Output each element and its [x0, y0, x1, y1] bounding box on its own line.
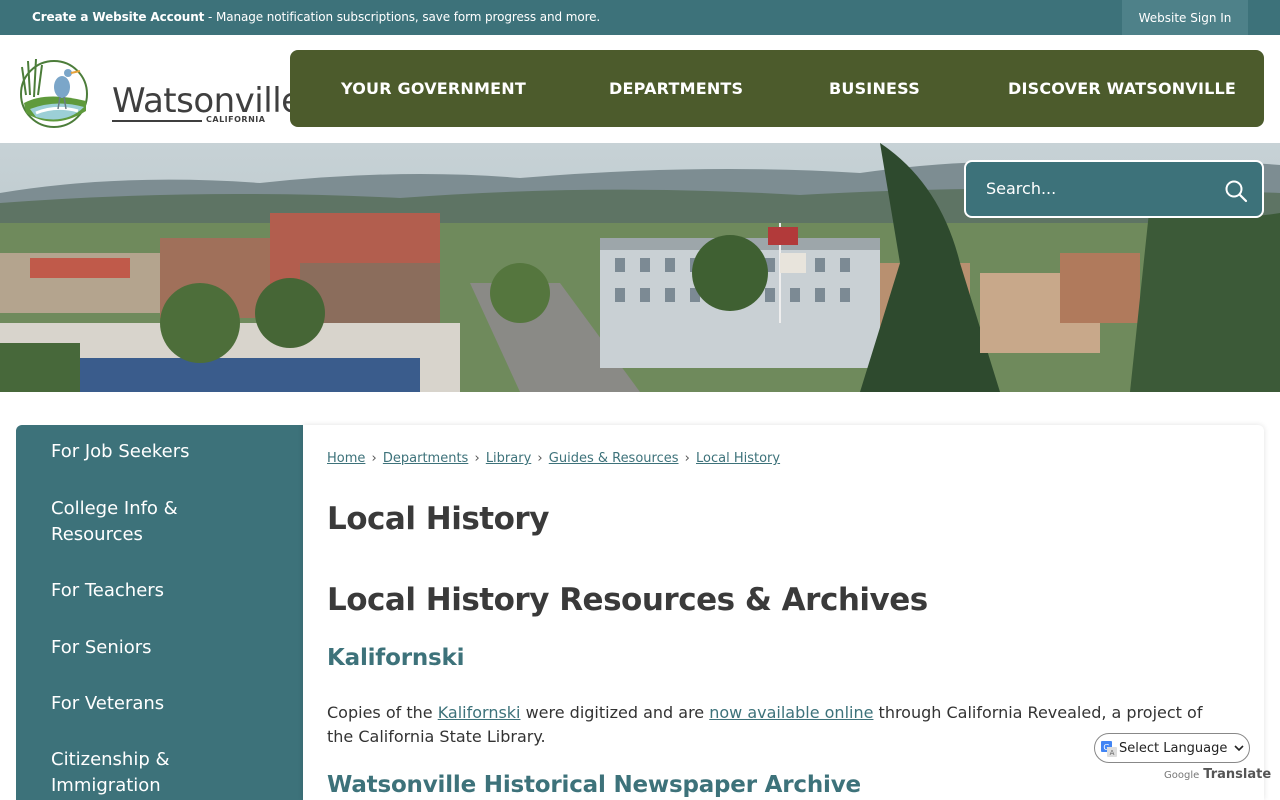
- sidebar-item-citizenship[interactable]: Citizenship & Immigration: [51, 747, 251, 799]
- breadcrumb: Home › Departments › Library › Guides & …: [327, 451, 780, 466]
- site-search-box: [964, 160, 1264, 218]
- page-title: Local History: [327, 501, 549, 537]
- breadcrumb-separator: ›: [474, 451, 480, 466]
- newspaper-archive-heading: Watsonville Historical Newspaper Archive: [327, 772, 861, 798]
- svg-text:A: A: [1110, 749, 1115, 757]
- breadcrumb-separator: ›: [684, 451, 690, 466]
- create-account-message[interactable]: Create a Website Account - Manage notifi…: [32, 10, 600, 24]
- para-text: Copies of the: [327, 703, 438, 722]
- website-sign-in-button[interactable]: Website Sign In: [1122, 0, 1248, 35]
- kalifornski-link[interactable]: Kalifornski: [438, 703, 521, 722]
- select-language-dropdown[interactable]: G A Select Language: [1094, 733, 1250, 763]
- sidebar-item-job-seekers[interactable]: For Job Seekers: [51, 439, 251, 465]
- sidebar-item-teachers[interactable]: For Teachers: [51, 578, 251, 604]
- select-language-label: Select Language: [1119, 741, 1228, 756]
- breadcrumb-separator: ›: [537, 451, 543, 466]
- nav-departments[interactable]: DEPARTMENTS: [609, 79, 743, 98]
- powered-by-google-translate[interactable]: Google Translate: [1164, 767, 1271, 782]
- search-icon[interactable]: [1224, 179, 1248, 203]
- site-header: Watsonville CALIFORNIA YOUR GOVERNMENT D…: [0, 35, 1280, 143]
- sidebar-item-veterans[interactable]: For Veterans: [51, 691, 251, 717]
- kalifornski-paragraph: Copies of the Kalifornski were digitized…: [327, 701, 1227, 749]
- hero-banner: [0, 143, 1280, 392]
- breadcrumb-separator: ›: [371, 451, 377, 466]
- section-title: Local History Resources & Archives: [327, 582, 928, 618]
- google-logo-text: Google: [1164, 770, 1200, 781]
- main-navigation: YOUR GOVERNMENT DEPARTMENTS BUSINESS DIS…: [290, 50, 1264, 127]
- translate-text: Translate: [1203, 767, 1272, 782]
- logo-emblem-icon: [20, 58, 88, 128]
- sidebar-navigation: For Job Seekers College Info & Resources…: [16, 425, 303, 800]
- nav-business[interactable]: BUSINESS: [829, 79, 920, 98]
- breadcrumb-library[interactable]: Library: [486, 451, 531, 466]
- sidebar-item-college-info[interactable]: College Info & Resources: [51, 496, 251, 548]
- create-account-description: - Manage notification subscriptions, sav…: [204, 10, 601, 24]
- breadcrumb-home[interactable]: Home: [327, 451, 365, 466]
- search-input[interactable]: [986, 179, 1206, 198]
- create-account-link[interactable]: Create a Website Account: [32, 10, 204, 24]
- logo-underline: [112, 120, 202, 122]
- nav-your-government[interactable]: YOUR GOVERNMENT: [341, 79, 526, 98]
- logo-subtitle: CALIFORNIA: [206, 115, 266, 124]
- watsonville-logo[interactable]: Watsonville CALIFORNIA: [16, 51, 302, 129]
- breadcrumb-departments[interactable]: Departments: [383, 451, 468, 466]
- breadcrumb-local-history[interactable]: Local History: [696, 451, 780, 466]
- para-text: were digitized and are: [520, 703, 710, 722]
- nav-discover-watsonville[interactable]: DISCOVER WATSONVILLE: [1008, 79, 1236, 98]
- kalifornski-heading: Kalifornski: [327, 645, 465, 671]
- sidebar-item-seniors[interactable]: For Seniors: [51, 635, 251, 661]
- top-utility-bar: Create a Website Account - Manage notifi…: [0, 0, 1280, 35]
- google-translate-icon: G A: [1101, 741, 1117, 757]
- breadcrumb-guides-resources[interactable]: Guides & Resources: [549, 451, 679, 466]
- now-available-online-link[interactable]: now available online: [709, 703, 873, 722]
- chevron-down-icon: [1234, 745, 1244, 752]
